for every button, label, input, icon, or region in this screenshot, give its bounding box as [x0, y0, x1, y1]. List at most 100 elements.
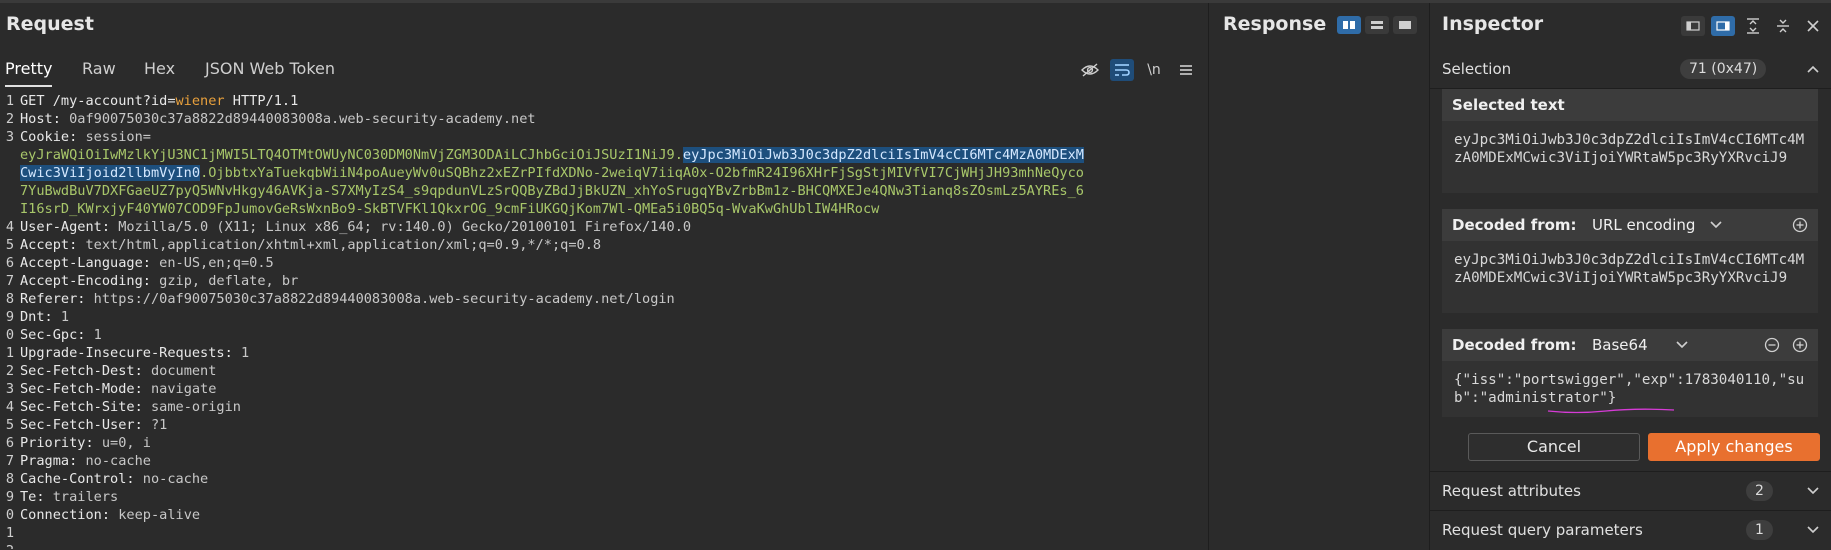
decoded-url-encoding[interactable]: URL encoding — [1592, 209, 1695, 241]
token: 1 — [240, 345, 250, 361]
token: GET /my-account?id= — [20, 93, 176, 109]
line-number: 3 — [5, 129, 14, 145]
inspector-title: Inspector — [1442, 13, 1544, 35]
request-tabs: Pretty Raw Hex JSON Web Token — [0, 53, 1208, 87]
token: 0af90075030c37a8822d89440083008a.web-sec… — [69, 111, 536, 127]
line-content: User-Agent: Mozilla/5.0 (X11; Linux x86_… — [20, 218, 691, 236]
line-number: 6 — [5, 435, 14, 451]
token: u=0, i — [101, 435, 151, 451]
line-content: Accept-Encoding: gzip, deflate, br — [20, 272, 298, 290]
token: Dnt: — [20, 309, 61, 325]
token: Te: — [20, 489, 53, 505]
token: I16srD_KWrxjyF40YW07COD9FpJumovGeRsWxnBo… — [20, 201, 880, 217]
inspector-panel: Inspector Selection 71 (0x47) Selected t… — [1430, 3, 1831, 550]
token: Sec-Fetch-Site: — [20, 399, 151, 415]
line-content: Upgrade-Insecure-Requests: 1 — [20, 344, 249, 362]
chevron-down-icon[interactable] — [1676, 329, 1688, 361]
line-number: 7 — [5, 453, 14, 469]
token: wiener — [175, 93, 225, 109]
line-number: 4 — [5, 399, 14, 415]
line-number: 8 — [5, 291, 14, 307]
line-number: 2 — [5, 111, 14, 127]
menu-icon[interactable] — [1174, 59, 1198, 81]
token: Accept-Language: — [20, 255, 160, 271]
tab-raw[interactable]: Raw — [82, 53, 116, 85]
line-number: 1 — [5, 525, 14, 541]
word-wrap-icon[interactable] — [1110, 59, 1134, 81]
tab-pretty[interactable]: Pretty — [5, 53, 53, 87]
inspector-layout-left-icon[interactable] — [1681, 16, 1705, 36]
decoded-base64-title: Decoded from: — [1452, 336, 1577, 354]
request-query-parameters-badge: 1 — [1746, 520, 1773, 540]
chevron-down-icon[interactable] — [1807, 511, 1819, 549]
inspector-layout-right-icon[interactable] — [1711, 16, 1735, 36]
token: Sec-Gpc: — [20, 327, 94, 343]
tab-hex[interactable]: Hex — [144, 53, 175, 85]
add-decoding-icon[interactable] — [1792, 329, 1808, 361]
selected-text-value[interactable]: eyJpc3MiOiJwb3J0c3dpZ2dlciIsImV4cCI6MTc4… — [1454, 131, 1810, 167]
layout-columns-icon[interactable] — [1337, 16, 1361, 34]
decoded-base64-value[interactable]: {"iss":"portswigger","exp":1783040110,"s… — [1454, 371, 1810, 407]
hide-nonprintable-icon[interactable] — [1078, 59, 1102, 81]
tab-json-web-token[interactable]: JSON Web Token — [205, 53, 335, 85]
token: Connection: — [20, 507, 119, 523]
chevron-down-icon[interactable] — [1710, 209, 1722, 241]
remove-decoding-icon[interactable] — [1764, 329, 1780, 361]
line-number: 5 — [5, 237, 14, 253]
decoded-base64-encoding[interactable]: Base64 — [1592, 329, 1648, 361]
request-editor[interactable]: 1 GET /my-account?id=wiener HTTP/1.1 2 Host… — [0, 89, 1208, 549]
token: Cache-Control: — [20, 471, 143, 487]
cancel-button[interactable]: Cancel — [1468, 433, 1640, 461]
chevron-up-icon[interactable] — [1807, 50, 1819, 88]
token: https://0af90075030c37a8822d89440083008a… — [93, 291, 675, 307]
token: no-cache — [85, 453, 151, 469]
expand-all-icon[interactable] — [1741, 16, 1765, 36]
decoded-url-value[interactable]: eyJpc3MiOiJwb3J0c3dpZ2dlciIsImV4cCI6MTc4… — [1454, 251, 1810, 287]
token: text/html,application/xhtml+xml,applicat… — [85, 237, 602, 253]
selection-badge: 71 (0x47) — [1680, 59, 1767, 79]
request-query-parameters-row[interactable]: Request query parameters 1 — [1430, 511, 1831, 549]
line-content: Dnt: 1 — [20, 308, 69, 326]
add-decoding-icon[interactable] — [1792, 209, 1808, 241]
decoded-url-header: Decoded from: URL encoding — [1442, 209, 1818, 241]
editor-toolbar: \n — [1078, 59, 1198, 81]
line-content: Sec-Fetch-Mode: navigate — [20, 380, 216, 398]
line-number: 4 — [5, 219, 14, 235]
line-number: 5 — [5, 417, 14, 433]
newline-toggle[interactable]: \n — [1142, 59, 1166, 81]
line-number: 1 — [5, 93, 14, 109]
line-number: 2 — [0, 542, 14, 549]
layout-single-icon[interactable] — [1393, 16, 1417, 34]
selected-text-section: Selected text eyJpc3MiOiJwb3J0c3dpZ2dlci… — [1442, 89, 1818, 193]
line-number: 9 — [5, 309, 14, 325]
token: eyJraWQiOiIwMzlkYjU3NC1jMWI5LTQ4OTMtOWUy… — [20, 147, 683, 163]
line-number: 7 — [5, 273, 14, 289]
token: ?1 — [150, 417, 168, 433]
selection-row[interactable]: Selection 71 (0x47) — [1430, 50, 1831, 89]
token: en-US,en;q=0.5 — [159, 255, 274, 271]
token: document — [150, 363, 217, 379]
token: navigate — [150, 381, 217, 397]
line-number: 0 — [5, 327, 14, 343]
chevron-down-icon[interactable] — [1807, 472, 1819, 510]
token: trailers — [52, 489, 119, 505]
request-attributes-badge: 2 — [1746, 481, 1773, 501]
line-content: 7YuBwdBuV7DXFGaeUZ7pyQ5WNvHkgy46AVKja-S7… — [20, 182, 1084, 200]
response-title: Response — [1223, 13, 1327, 35]
token: Sec-Fetch-Dest: — [20, 363, 151, 379]
line-number: 3 — [5, 381, 14, 397]
close-icon[interactable] — [1801, 16, 1825, 36]
line-content: Sec-Fetch-User: ?1 — [20, 416, 167, 434]
line-content: Connection: keep-alive — [20, 506, 200, 524]
selected-token: Cwic3ViIjoid2llbmVyIn0 — [20, 165, 201, 181]
apply-changes-button[interactable]: Apply changes — [1648, 433, 1820, 461]
decoded-url-section: Decoded from: URL encoding eyJpc3MiOiJwb… — [1442, 209, 1818, 313]
token: Sec-Fetch-Mode: — [20, 381, 151, 397]
token: Accept: — [20, 237, 86, 253]
token: gzip, deflate, br — [159, 273, 299, 289]
token: Cookie: — [20, 129, 86, 145]
request-attributes-row[interactable]: Request attributes 2 — [1430, 471, 1831, 511]
line-content: Accept: text/html,application/xhtml+xml,… — [20, 236, 601, 254]
collapse-all-icon[interactable] — [1771, 16, 1795, 36]
layout-rows-icon[interactable] — [1365, 16, 1389, 34]
